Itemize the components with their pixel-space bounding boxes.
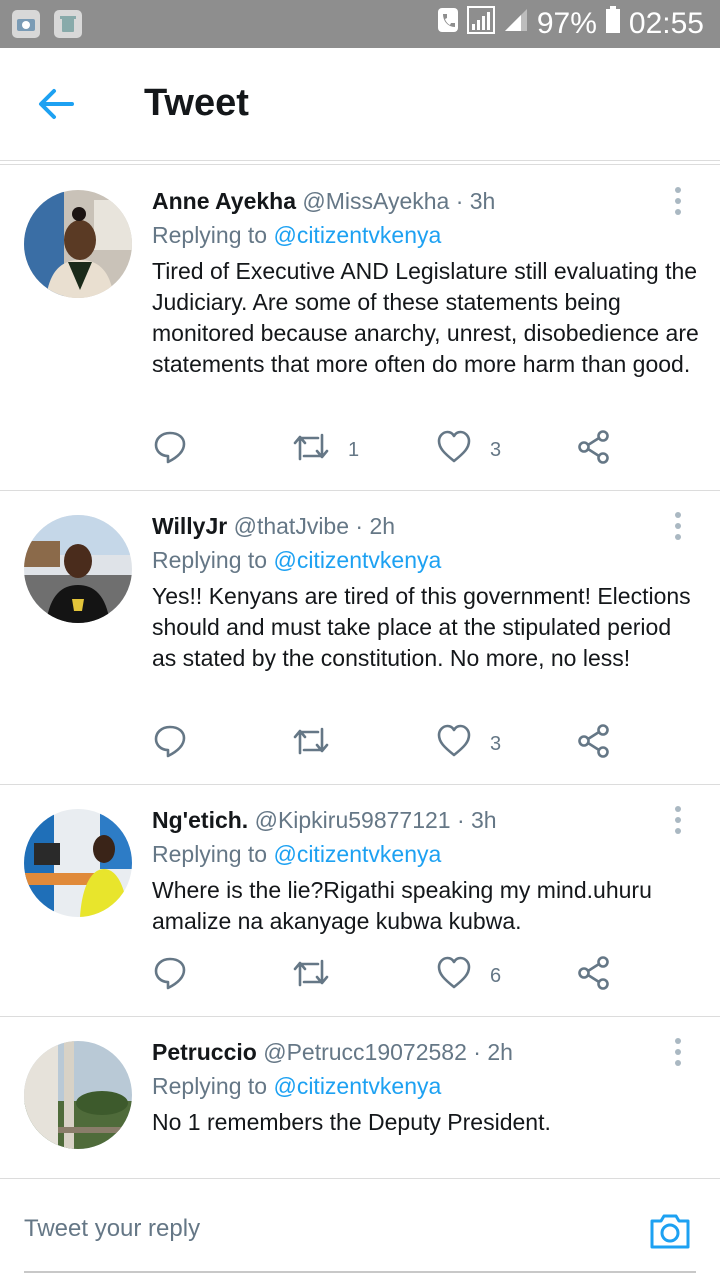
input-underline [24,1271,696,1273]
share-icon [576,723,612,765]
replying-to: Replying to @citizentvkenya [152,841,441,868]
retweet-icon [292,723,330,765]
author-handle[interactable]: @thatJvibe [234,513,349,539]
camera-notification-icon [12,10,40,38]
battery-percent: 97% [536,7,597,40]
avatar[interactable] [24,190,132,298]
tweet-text: Tired of Executive AND Legislature still… [152,258,699,377]
tweet-text: Where is the lie?Rigathi speaking my min… [152,877,652,934]
author-handle[interactable]: @Kipkiru59877121 [255,807,451,833]
share-icon [576,429,612,471]
tweet-actions: 6 [152,956,632,996]
status-bar: 97% 02:55 [0,0,720,48]
tweet-time: · 2h [473,1039,513,1065]
tweet-header: WillyJr @thatJvibe · 2h [152,513,395,540]
mention-link[interactable]: @citizentvkenya [273,222,441,248]
more-options-icon[interactable] [668,511,688,541]
reply-button[interactable] [152,724,188,764]
share-button[interactable] [576,724,612,764]
author-name[interactable]: Ng'etich. [152,807,248,833]
signal-strength-icon [503,7,529,41]
heart-icon [436,955,472,997]
author-name[interactable]: Anne Ayekha [152,188,296,214]
like-button[interactable]: 3 [436,430,501,470]
tweet-actions: 3 [152,724,632,764]
replying-to: Replying to @citizentvkenya [152,547,441,574]
mention-link[interactable]: @citizentvkenya [273,547,441,573]
tweet-time: · 3h [455,188,496,214]
retweet-count: 1 [348,438,360,461]
tweet-header: Petruccio @Petrucc19072582 · 2h [152,1039,513,1066]
replying-to-label: Replying to [152,1073,268,1099]
retweet-button[interactable] [292,724,348,764]
tweet-time: · 3h [456,807,497,833]
tweet-actions: 1 3 [152,430,632,470]
avatar[interactable] [24,809,132,917]
share-button[interactable] [576,956,612,996]
tweet-text: Yes!! Kenyans are tired of this governme… [152,583,691,671]
mention-link[interactable]: @citizentvkenya [273,1073,441,1099]
app-bar: Tweet [0,48,720,161]
replying-to-label: Replying to [152,841,268,867]
retweet-icon [292,429,330,471]
more-options-icon[interactable] [668,1037,688,1067]
like-count: 3 [490,732,502,755]
tweet-header: Ng'etich. @Kipkiru59877121 · 3h [152,807,497,834]
author-name[interactable]: Petruccio [152,1039,257,1065]
replying-to: Replying to @citizentvkenya [152,1073,441,1100]
camera-icon[interactable] [648,1209,692,1253]
tweet-card[interactable]: Petruccio @Petrucc19072582 · 2h Replying… [0,1017,720,1178]
signal-icon [466,6,495,42]
tweet-time: · 2h [355,513,396,539]
replying-to-label: Replying to [152,547,268,573]
retweet-button[interactable] [292,956,348,996]
clock: 02:55 [628,7,704,40]
reply-input[interactable]: Tweet your reply [24,1215,200,1243]
author-handle[interactable]: @MissAyekha [302,188,449,214]
avatar[interactable] [24,1041,132,1149]
wifi-calling-icon [437,7,459,41]
like-count: 3 [490,438,502,461]
retweet-icon [292,955,330,997]
back-arrow-icon[interactable] [36,84,76,124]
tweet-card[interactable]: Anne Ayekha @MissAyekha · 3h Replying to… [0,166,720,491]
reply-icon [152,955,188,997]
reply-button[interactable] [152,956,188,996]
heart-icon [436,723,472,765]
like-button[interactable]: 3 [436,724,501,764]
more-options-icon[interactable] [668,805,688,835]
tweet-card[interactable]: WillyJr @thatJvibe · 2h Replying to @cit… [0,491,720,785]
like-count: 6 [490,964,502,987]
tweet-text: No 1 remembers the Deputy President. [152,1109,551,1135]
like-button[interactable]: 6 [436,956,501,996]
reply-feed: Anne Ayekha @MissAyekha · 3h Replying to… [0,166,720,1178]
divider [0,164,720,165]
retweet-button[interactable]: 1 [292,430,359,470]
author-handle[interactable]: @Petrucc19072582 [263,1039,467,1065]
share-icon [576,955,612,997]
tweet-card[interactable]: Ng'etich. @Kipkiru59877121 · 3h Replying… [0,785,720,1017]
replying-to: Replying to @citizentvkenya [152,222,441,249]
avatar[interactable] [24,515,132,623]
page-title: Tweet [144,82,249,124]
battery-icon [605,6,621,42]
replying-to-label: Replying to [152,222,268,248]
recycle-notification-icon [54,10,82,38]
tweet-header: Anne Ayekha @MissAyekha · 3h [152,188,495,215]
heart-icon [436,429,472,471]
reply-button[interactable] [152,430,188,470]
reply-icon [152,429,188,471]
mention-link[interactable]: @citizentvkenya [273,841,441,867]
reply-icon [152,723,188,765]
more-options-icon[interactable] [668,186,688,216]
author-name[interactable]: WillyJr [152,513,227,539]
share-button[interactable] [576,430,612,470]
reply-composer[interactable]: Tweet your reply [0,1178,720,1281]
